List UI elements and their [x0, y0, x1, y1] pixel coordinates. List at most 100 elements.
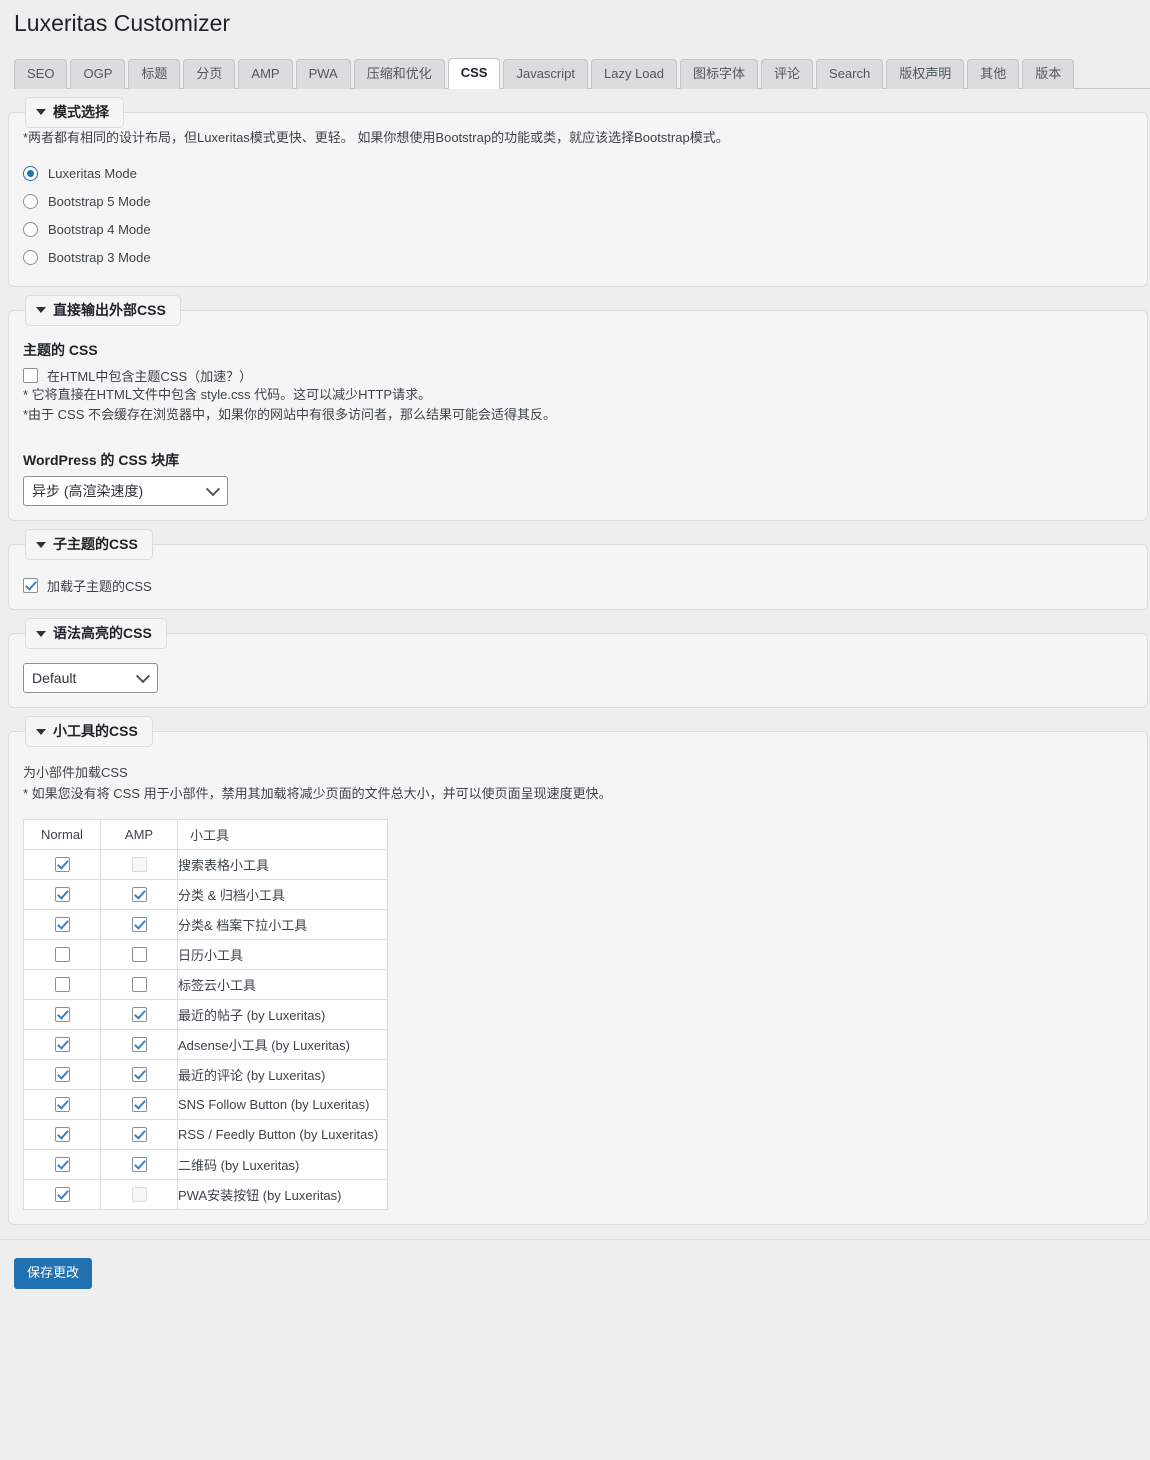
table-row: 分类 & 归档小工具 — [23, 878, 388, 910]
block-library-select-wrap: 异步 (高渲染速度) — [23, 476, 228, 507]
mode-radio-luxeritas-mode[interactable] — [23, 166, 38, 182]
normal-cell — [23, 968, 101, 1000]
tab-lazy-load[interactable]: Lazy Load — [591, 58, 677, 89]
widget-css-lead: 为小部件加载CSS — [23, 765, 128, 781]
section-child-theme-css-legend[interactable]: 子主题的CSS — [25, 529, 153, 561]
tab-版本[interactable]: 版本 — [1022, 58, 1075, 89]
mode-radio-row: Luxeritas Mode — [23, 160, 1131, 188]
normal-checkbox[interactable] — [54, 1007, 70, 1023]
table-header-row: Normal AMP 小工具 — [23, 818, 388, 850]
tab-seo[interactable]: SEO — [14, 58, 68, 89]
section-external-css-title: 直接输出外部CSS — [53, 301, 166, 318]
tab-分页[interactable]: 分页 — [183, 58, 236, 89]
widget-name-cell: 搜索表格小工具 — [177, 848, 388, 880]
section-external-css-legend[interactable]: 直接输出外部CSS — [25, 294, 181, 326]
tab-评论[interactable]: 评论 — [761, 58, 814, 89]
section-syntax-highlight-css: 语法高亮的CSS Default — [8, 618, 1148, 709]
mode-radio-label[interactable]: Bootstrap 3 Mode — [48, 250, 151, 265]
amp-checkbox[interactable] — [131, 977, 147, 993]
table-row: 二维码 (by Luxeritas) — [23, 1148, 388, 1180]
amp-checkbox[interactable] — [131, 1097, 147, 1113]
amp-checkbox[interactable] — [131, 1127, 147, 1143]
amp-checkbox[interactable] — [131, 887, 147, 903]
table-row: 搜索表格小工具 — [23, 848, 388, 880]
normal-checkbox[interactable] — [54, 977, 70, 993]
mode-radio-bootstrap-5-mode[interactable] — [23, 194, 38, 210]
tab-javascript[interactable]: Javascript — [503, 58, 588, 89]
chevron-down-icon — [36, 306, 46, 313]
tab-其他[interactable]: 其他 — [967, 58, 1020, 89]
tab-bar: SEO OGP 标题 分页 AMP PWA 压缩和优化 CSS Javascript Lazy L… — [14, 56, 1150, 89]
tab-search[interactable]: Search — [816, 58, 884, 89]
normal-cell — [23, 1178, 101, 1210]
mode-radio-bootstrap-3-mode[interactable] — [23, 250, 38, 266]
amp-checkbox[interactable] — [131, 917, 147, 933]
widget-name-cell: 分类 & 归档小工具 — [177, 878, 388, 910]
table-row: 日历小工具 — [23, 938, 388, 970]
table-row: Adsense小工具 (by Luxeritas) — [23, 1028, 388, 1060]
normal-cell — [23, 1118, 101, 1150]
include-theme-css-label[interactable]: 在HTML中包含主题CSS（加速？） — [47, 366, 252, 385]
amp-checkbox[interactable] — [131, 1037, 147, 1053]
load-child-theme-css-checkbox[interactable] — [23, 578, 38, 594]
load-child-theme-css-row: 加载子主题的CSS — [23, 576, 1131, 595]
widget-name-cell: 标签云小工具 — [177, 968, 388, 1000]
tab-amp[interactable]: AMP — [238, 58, 293, 89]
table-row: PWA安装按钮 (by Luxeritas) — [23, 1178, 388, 1210]
normal-checkbox[interactable] — [54, 947, 70, 963]
section-child-theme-css-title: 子主题的CSS — [53, 536, 138, 553]
normal-checkbox[interactable] — [54, 1127, 70, 1143]
normal-checkbox[interactable] — [54, 1037, 70, 1053]
normal-checkbox[interactable] — [54, 1067, 70, 1083]
tab-ogp[interactable]: OGP — [70, 58, 126, 89]
section-widget-css-title: 小工具的CSS — [53, 723, 138, 740]
chevron-down-icon — [36, 728, 46, 735]
widget-name-cell: 最近的评论 (by Luxeritas) — [177, 1058, 388, 1090]
section-mode-selection: 模式选择 *两者都有相同的设计布局，但Luxeritas模式更快、更轻。 如果你… — [8, 96, 1148, 287]
amp-checkbox[interactable] — [131, 1007, 147, 1023]
mode-radio-label[interactable]: Luxeritas Mode — [48, 166, 137, 181]
normal-checkbox[interactable] — [54, 887, 70, 903]
normal-checkbox[interactable] — [54, 1097, 70, 1113]
normal-cell — [23, 938, 101, 970]
tab-标题[interactable]: 标题 — [128, 58, 181, 89]
amp-cell — [100, 1148, 178, 1180]
mode-selection-note: *两者都有相同的设计布局，但Luxeritas模式更快、更轻。 如果你想使用Bo… — [23, 129, 729, 145]
amp-checkbox[interactable] — [131, 1067, 147, 1083]
normal-checkbox[interactable] — [54, 1157, 70, 1173]
mode-radio-label[interactable]: Bootstrap 4 Mode — [48, 222, 151, 237]
amp-cell — [100, 998, 178, 1030]
include-theme-css-checkbox[interactable] — [23, 367, 38, 383]
widget-name-cell: 二维码 (by Luxeritas) — [177, 1148, 388, 1180]
section-syntax-highlight-css-title: 语法高亮的CSS — [53, 625, 152, 642]
widget-css-note: * 如果您没有将 CSS 用于小部件，禁用其加载将减少页面的文件总大小，并可以使… — [23, 786, 612, 802]
block-library-select[interactable]: 异步 (高渲染速度) — [23, 476, 228, 507]
tab-版权声明[interactable]: 版权声明 — [886, 58, 965, 89]
section-child-theme-css: 子主题的CSS 加载子主题的CSS — [8, 529, 1148, 611]
normal-checkbox[interactable] — [54, 857, 70, 873]
normal-cell — [23, 1028, 101, 1060]
table-row: RSS / Feedly Button (by Luxeritas) — [23, 1118, 388, 1150]
mode-radio-label[interactable]: Bootstrap 5 Mode — [48, 194, 151, 209]
syntax-highlight-select[interactable]: Default — [23, 663, 158, 694]
normal-checkbox[interactable] — [54, 1187, 70, 1203]
tab-图标字体[interactable]: 图标字体 — [680, 58, 759, 89]
amp-cell — [100, 1058, 178, 1090]
normal-cell — [23, 908, 101, 940]
section-widget-css-legend[interactable]: 小工具的CSS — [25, 716, 153, 748]
tab-pwa[interactable]: PWA — [295, 58, 351, 89]
tab-压缩和优化[interactable]: 压缩和优化 — [353, 58, 445, 89]
load-child-theme-css-label[interactable]: 加载子主题的CSS — [47, 576, 152, 595]
save-button[interactable]: 保存更改 — [14, 1257, 93, 1289]
widget-name-cell: RSS / Feedly Button (by Luxeritas) — [177, 1118, 388, 1150]
section-mode-selection-legend[interactable]: 模式选择 — [25, 96, 124, 128]
normal-checkbox[interactable] — [54, 917, 70, 933]
amp-checkbox[interactable] — [131, 947, 147, 963]
mode-radio-row: Bootstrap 3 Mode — [23, 244, 1131, 272]
amp-checkbox[interactable] — [131, 1157, 147, 1173]
normal-cell — [23, 878, 101, 910]
mode-radio-bootstrap-4-mode[interactable] — [23, 222, 38, 238]
tab-css[interactable]: CSS — [447, 57, 501, 89]
mode-radio-row: Bootstrap 5 Mode — [23, 188, 1131, 216]
section-syntax-highlight-css-legend[interactable]: 语法高亮的CSS — [25, 618, 167, 650]
